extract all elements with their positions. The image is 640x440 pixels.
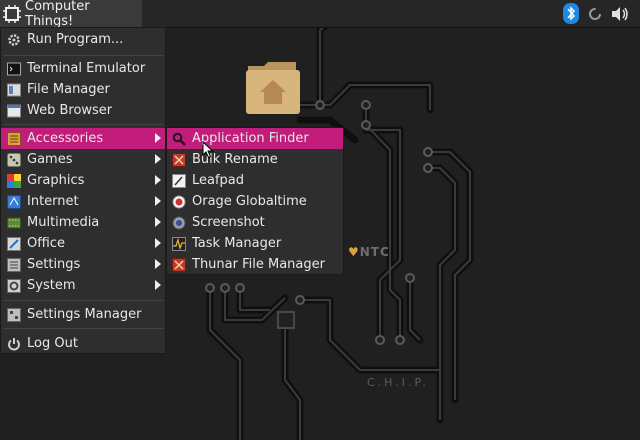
- office-icon: [7, 236, 21, 251]
- menu-item-web-browser[interactable]: Web Browser: [1, 100, 165, 121]
- menu-item-multimedia[interactable]: Multimedia: [1, 212, 165, 233]
- heart-icon: ♥: [348, 245, 360, 259]
- submenu-arrow-icon: [155, 196, 161, 206]
- internet-icon: [7, 194, 21, 209]
- menu-separator: [3, 300, 163, 301]
- ntc-logo: ♥NTC: [348, 245, 390, 259]
- menu-item-label: Internet: [27, 194, 79, 209]
- bulk-rename-icon: [172, 152, 186, 167]
- submenu-arrow-icon: [155, 217, 161, 227]
- submenu-arrow-icon: [155, 238, 161, 248]
- menu-item-run-program[interactable]: Run Program...: [1, 29, 165, 50]
- games-icon: [7, 152, 21, 167]
- chip-logo-text: C.H.I.P.: [367, 376, 429, 389]
- submenu-item-application-finder[interactable]: Application Finder: [167, 128, 343, 149]
- screenshot-icon: [172, 216, 186, 229]
- menu-item-label: Web Browser: [27, 103, 113, 118]
- submenu-item-label: Orage Globaltime: [192, 194, 307, 209]
- menu-item-terminal-emulator[interactable]: Terminal Emulator: [1, 58, 165, 79]
- submenu-item-bulk-rename[interactable]: Bulk Rename: [167, 149, 343, 170]
- top-panel: Computer Things!: [0, 0, 640, 29]
- terminal-icon: [7, 62, 21, 75]
- menu-item-label: Terminal Emulator: [27, 61, 146, 76]
- menu-item-settings-manager[interactable]: Settings Manager: [1, 304, 165, 325]
- menu-item-label: Accessories: [27, 131, 104, 146]
- submenu-item-leafpad[interactable]: Leafpad: [167, 170, 343, 191]
- leafpad-icon: [172, 173, 186, 188]
- menu-item-system[interactable]: System: [1, 275, 165, 296]
- task-manager-icon: [172, 236, 186, 251]
- menu-item-label: File Manager: [27, 82, 110, 97]
- file-manager-icon: [7, 83, 21, 96]
- menu-item-label: Run Program...: [27, 32, 124, 47]
- multimedia-icon: [7, 217, 21, 228]
- graphics-icon: [7, 173, 21, 188]
- submenu-arrow-icon: [155, 259, 161, 269]
- menu-item-label: Settings: [27, 257, 81, 272]
- log-out-icon: [8, 337, 20, 350]
- submenu-item-label: Thunar File Manager: [192, 257, 325, 272]
- submenu-item-thunar-file-manager[interactable]: Thunar File Manager: [167, 254, 343, 275]
- menu-item-label: Office: [27, 236, 65, 251]
- submenu-item-label: Leafpad: [192, 173, 245, 188]
- submenu-item-orage-globaltime[interactable]: Orage Globaltime: [167, 191, 343, 212]
- clock-icon: [172, 195, 186, 208]
- settings-manager-icon: [7, 307, 21, 322]
- menu-item-label: System: [27, 278, 76, 293]
- magnifier-icon: [172, 132, 186, 146]
- home-folder-icon[interactable]: [244, 58, 302, 118]
- accessories-submenu: Application Finder Bulk Rename Leafpad O…: [166, 127, 344, 275]
- menu-item-label: Graphics: [27, 173, 85, 188]
- gear-icon: [8, 33, 20, 46]
- thunar-icon: [172, 257, 186, 272]
- submenu-arrow-icon: [155, 133, 161, 143]
- menu-item-file-manager[interactable]: File Manager: [1, 79, 165, 100]
- start-menu-button[interactable]: Computer Things!: [0, 0, 142, 29]
- submenu-item-label: Task Manager: [192, 236, 282, 251]
- settings-icon: [7, 257, 21, 272]
- web-browser-icon: [7, 104, 21, 117]
- menu-item-office[interactable]: Office: [1, 233, 165, 254]
- menu-separator: [3, 328, 163, 329]
- menu-separator: [3, 55, 163, 56]
- network-spinner-icon[interactable]: [587, 3, 603, 24]
- system-icon: [7, 278, 21, 293]
- start-menu-label: Computer Things!: [25, 0, 90, 29]
- bluetooth-icon[interactable]: [562, 3, 580, 24]
- submenu-item-label: Screenshot: [192, 215, 265, 230]
- ntc-brand-text: NTC: [359, 245, 390, 259]
- submenu-arrow-icon: [155, 175, 161, 185]
- submenu-arrow-icon: [155, 154, 161, 164]
- menu-item-label: Settings Manager: [27, 307, 142, 322]
- menu-item-graphics[interactable]: Graphics: [1, 170, 165, 191]
- submenu-item-task-manager[interactable]: Task Manager: [167, 233, 343, 254]
- volume-icon[interactable]: [609, 3, 631, 24]
- menu-item-label: Multimedia: [27, 215, 100, 230]
- menu-separator: [3, 124, 163, 125]
- mouse-cursor-icon: [202, 141, 214, 159]
- menu-item-internet[interactable]: Internet: [1, 191, 165, 212]
- accessories-icon: [7, 131, 21, 146]
- menu-item-settings[interactable]: Settings: [1, 254, 165, 275]
- menu-item-label: Games: [27, 152, 73, 167]
- menu-item-accessories[interactable]: Accessories: [1, 128, 165, 149]
- menu-item-games[interactable]: Games: [1, 149, 165, 170]
- applications-menu: Run Program... Terminal Emulator File Ma…: [0, 27, 166, 354]
- menu-item-log-out[interactable]: Log Out: [1, 333, 165, 354]
- chip-icon: [3, 4, 21, 23]
- submenu-item-screenshot[interactable]: Screenshot: [167, 212, 343, 233]
- menu-item-label: Log Out: [27, 336, 78, 351]
- submenu-arrow-icon: [155, 280, 161, 290]
